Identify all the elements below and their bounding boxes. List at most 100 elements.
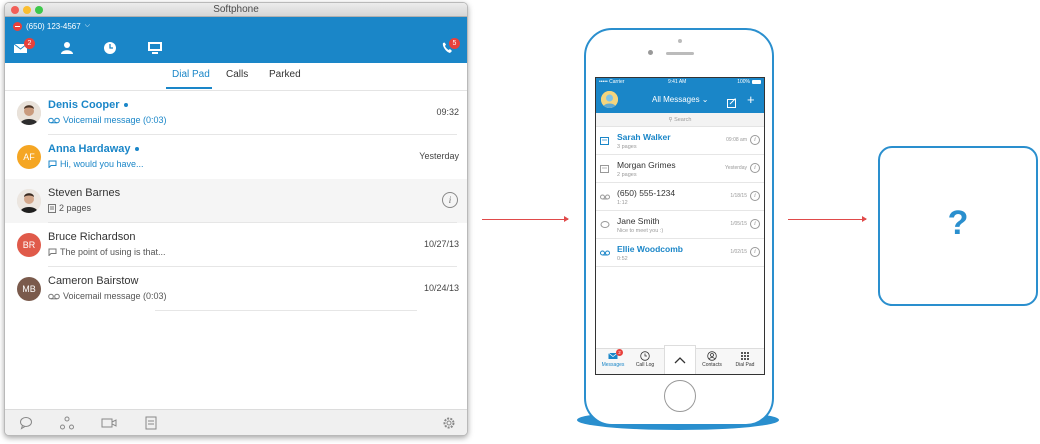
- list-item[interactable]: MB Cameron Bairstow Voicemail message (0…: [5, 267, 467, 311]
- bottom-toolbar: [5, 409, 467, 435]
- my-phone-number: (650) 123-4567: [26, 21, 81, 31]
- timestamp: 1/18/15: [730, 193, 747, 199]
- unknown-target-box: ?: [878, 146, 1038, 306]
- battery-icon: [752, 80, 761, 84]
- avatar[interactable]: [601, 91, 618, 108]
- tab-messages[interactable]: 2 Messages: [596, 349, 630, 368]
- chat-bubble-icon: [48, 248, 57, 256]
- list-item[interactable]: Jane Smith Nice to meet you :) 1/05/15 i: [596, 211, 764, 239]
- tab-bar: Dial Pad Calls Parked: [5, 63, 467, 91]
- messages-icon[interactable]: 2: [13, 38, 35, 55]
- question-mark: ?: [947, 204, 969, 242]
- speaker: [666, 52, 694, 55]
- voicemail-icon: [48, 117, 60, 123]
- messages-badge: 2: [616, 349, 623, 356]
- compose-icon[interactable]: [727, 95, 737, 113]
- expand-button[interactable]: [664, 345, 696, 374]
- chat-bubble-icon: [600, 221, 610, 228]
- list-item[interactable]: Denis Cooper Voicemail message (0:03) 09…: [5, 91, 467, 135]
- presence-bar[interactable]: (650) 123-4567 ⌵: [5, 17, 467, 35]
- timestamp: 09:08 am: [726, 137, 747, 143]
- active-tab-indicator: [166, 87, 212, 89]
- info-icon[interactable]: i: [750, 219, 760, 229]
- chevron-down-icon[interactable]: ⌵: [85, 22, 90, 30]
- unread-dot: [134, 147, 139, 152]
- contacts-icon: [707, 351, 717, 361]
- flow-arrow: [788, 216, 867, 222]
- tab-dial-pad[interactable]: Dial Pad: [172, 69, 210, 80]
- main-toolbar: 2 5: [5, 35, 467, 63]
- contact-name: (650) 555-1234: [617, 188, 676, 198]
- list-item[interactable]: Morgan Grimes 2 pages Yesterday i: [596, 155, 764, 183]
- tab-dial-pad[interactable]: Dial Pad: [728, 351, 762, 368]
- contacts-icon[interactable]: [59, 41, 75, 55]
- search-input[interactable]: ⚲ Search: [596, 113, 764, 127]
- voicemail-icon: [600, 194, 610, 200]
- info-icon[interactable]: i: [750, 247, 760, 257]
- softphone-window: Softphone (650) 123-4567 ⌵ 2 5 Dial Pad …: [4, 2, 468, 436]
- fax-icon: [600, 137, 609, 145]
- timestamp: 09:32: [436, 107, 459, 117]
- info-icon[interactable]: i: [750, 135, 760, 145]
- fax-icon: [600, 165, 609, 173]
- conversation-detail: Hi, would you have...: [48, 159, 144, 169]
- timestamp: 10/27/13: [423, 239, 459, 249]
- tab-parked[interactable]: Parked: [269, 69, 301, 80]
- list-item[interactable]: BR Bruce Richardson The point of using i…: [5, 223, 467, 267]
- tab-contacts[interactable]: Contacts: [695, 351, 729, 368]
- tab-calls[interactable]: Calls: [226, 69, 248, 80]
- home-button[interactable]: [664, 380, 696, 412]
- ios-status-bar: ••••• Carrier 9:41 AM 100%: [596, 78, 764, 87]
- carrier-label: ••••• Carrier: [599, 79, 625, 85]
- info-icon[interactable]: i: [750, 191, 760, 201]
- list-item[interactable]: Steven Barnes 2 pages i: [5, 179, 467, 223]
- nav-title[interactable]: All Messages ⌄: [652, 95, 709, 104]
- battery-level: 100%: [737, 79, 750, 85]
- avatar: [17, 101, 41, 125]
- clock: 9:41 AM: [668, 79, 687, 85]
- add-icon[interactable]: +: [747, 92, 755, 107]
- avatar: BR: [17, 233, 41, 257]
- front-camera: [648, 50, 653, 55]
- phone-screen: ••••• Carrier 9:41 AM 100% All Messages …: [595, 77, 765, 375]
- fax-icon[interactable]: [144, 416, 158, 430]
- conversation-detail: The point of using is that...: [48, 247, 166, 257]
- divider: [155, 310, 417, 311]
- flow-arrow: [482, 216, 569, 222]
- timestamp: 1/02/15: [730, 249, 747, 255]
- list-item[interactable]: AF Anna Hardaway Hi, would you have... Y…: [5, 135, 467, 179]
- contact-name: Bruce Richardson: [48, 231, 136, 243]
- timestamp: 1/05/15: [730, 221, 747, 227]
- list-item[interactable]: Ellie Woodcomb 0:52 1/02/15 i: [596, 239, 764, 267]
- transfer-icon[interactable]: [60, 416, 74, 430]
- conversation-detail: Voicemail message (0:03): [48, 291, 167, 301]
- calls-badge: 5: [449, 38, 460, 49]
- message-subtitle: 1:12: [617, 200, 628, 206]
- chevron-up-icon: [674, 357, 686, 364]
- avatar: AF: [17, 145, 41, 169]
- info-icon[interactable]: i: [442, 192, 458, 208]
- chat-bubble-icon: [48, 160, 57, 168]
- conference-icon[interactable]: [147, 41, 163, 55]
- tab-call-log[interactable]: Call Log: [628, 351, 662, 368]
- phone-tab-bar: 2 Messages Call Log Contacts Dial Pad: [596, 345, 764, 374]
- info-icon[interactable]: i: [750, 163, 760, 173]
- call-log-icon[interactable]: [102, 41, 118, 55]
- message-subtitle: 2 pages: [617, 172, 637, 178]
- dial-pad-icon: [741, 352, 749, 360]
- settings-gear-icon[interactable]: [442, 416, 456, 430]
- phone-calls-icon[interactable]: 5: [440, 38, 460, 55]
- voicemail-icon: [48, 293, 60, 299]
- message-subtitle: Nice to meet you :): [617, 228, 664, 234]
- chat-icon[interactable]: [19, 416, 33, 430]
- video-icon[interactable]: [101, 416, 117, 430]
- list-item[interactable]: Sarah Walker 3 pages 09:08 am i: [596, 127, 764, 155]
- messages-badge: 2: [24, 38, 35, 49]
- sensor: [678, 39, 682, 43]
- mobile-phone: ••••• Carrier 9:41 AM 100% All Messages …: [584, 28, 774, 426]
- phone-nav-bar: All Messages ⌄ +: [596, 87, 764, 113]
- timestamp: Yesterday: [724, 165, 747, 171]
- message-subtitle: 0:52: [617, 256, 628, 262]
- list-item[interactable]: (650) 555-1234 1:12 1/18/15 i: [596, 183, 764, 211]
- title-bar: Softphone: [5, 3, 467, 17]
